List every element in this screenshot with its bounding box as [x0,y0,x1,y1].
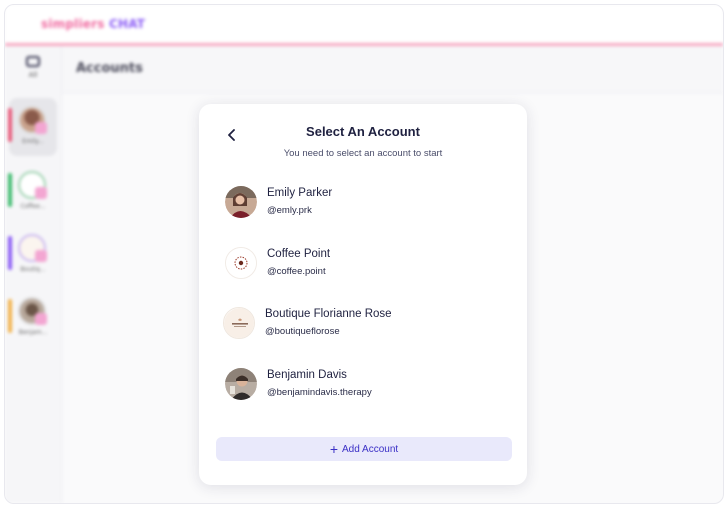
account-handle: @emly.prk [267,205,312,216]
sidebar-item-label: All [28,71,38,79]
account-handle: @benjamindavis.therapy [267,387,372,398]
account-option[interactable]: Coffee Point @coffee.point [223,247,503,287]
avatar [225,368,257,400]
sidebar-item-label: Emily... [22,138,44,145]
modal-subtitle: You need to select an account to start [283,148,443,159]
sidebar-item-all[interactable]: All [19,56,47,79]
account-color-bar [8,108,12,142]
avatar [223,307,255,339]
instagram-icon [35,250,47,262]
brand-logo: simpliers CHAT [41,17,146,31]
instagram-icon [35,122,47,134]
briefcase-icon [26,56,40,67]
sidebar-item-account[interactable]: Emily... [8,98,57,156]
account-color-bar [8,299,12,333]
instagram-icon [35,187,47,199]
account-option[interactable]: Boutique Florianne Rose @boutiqueflorose [223,307,503,347]
modal-title: Select An Account [306,124,420,139]
sidebar-item-account[interactable]: Benjam... [5,289,61,347]
avatar [225,186,257,218]
account-name: Boutique Florianne Rose [265,308,392,320]
account-name: Benjamin Davis [267,369,347,381]
page-title: Accounts [76,61,143,76]
plus-icon: + [329,441,339,457]
account-option[interactable]: Benjamin Davis @benjamindavis.therapy [223,368,503,408]
sidebar-item-account[interactable]: Coffee... [5,163,61,221]
top-bar: simpliers CHAT [5,5,723,46]
add-account-button[interactable]: + Add Account [216,437,512,461]
account-color-bar [8,173,12,207]
app-window: simpliers CHAT All Emily... Coffee... Bo… [4,4,724,504]
main-header: Accounts [62,46,723,93]
account-option[interactable]: Emily Parker @emly.prk [223,186,503,226]
sidebar-item-account[interactable]: Boutiq... [5,226,61,284]
account-name: Coffee Point [267,248,331,260]
sidebar-item-label: Coffee... [20,203,46,210]
account-name: Emily Parker [267,187,333,199]
account-handle: @coffee.point [267,266,326,277]
sidebar-item-label: Benjam... [18,329,48,336]
instagram-icon [35,313,47,325]
add-account-label: Add Account [342,443,399,455]
sidebar-item-label: Boutiq... [20,266,46,273]
select-account-modal: Select An Account You need to select an … [199,104,527,485]
account-handle: @boutiqueflorose [265,326,340,337]
sidebar: All Emily... Coffee... Boutiq... Benjam.… [5,46,62,503]
account-color-bar [8,236,12,270]
avatar [225,247,257,279]
